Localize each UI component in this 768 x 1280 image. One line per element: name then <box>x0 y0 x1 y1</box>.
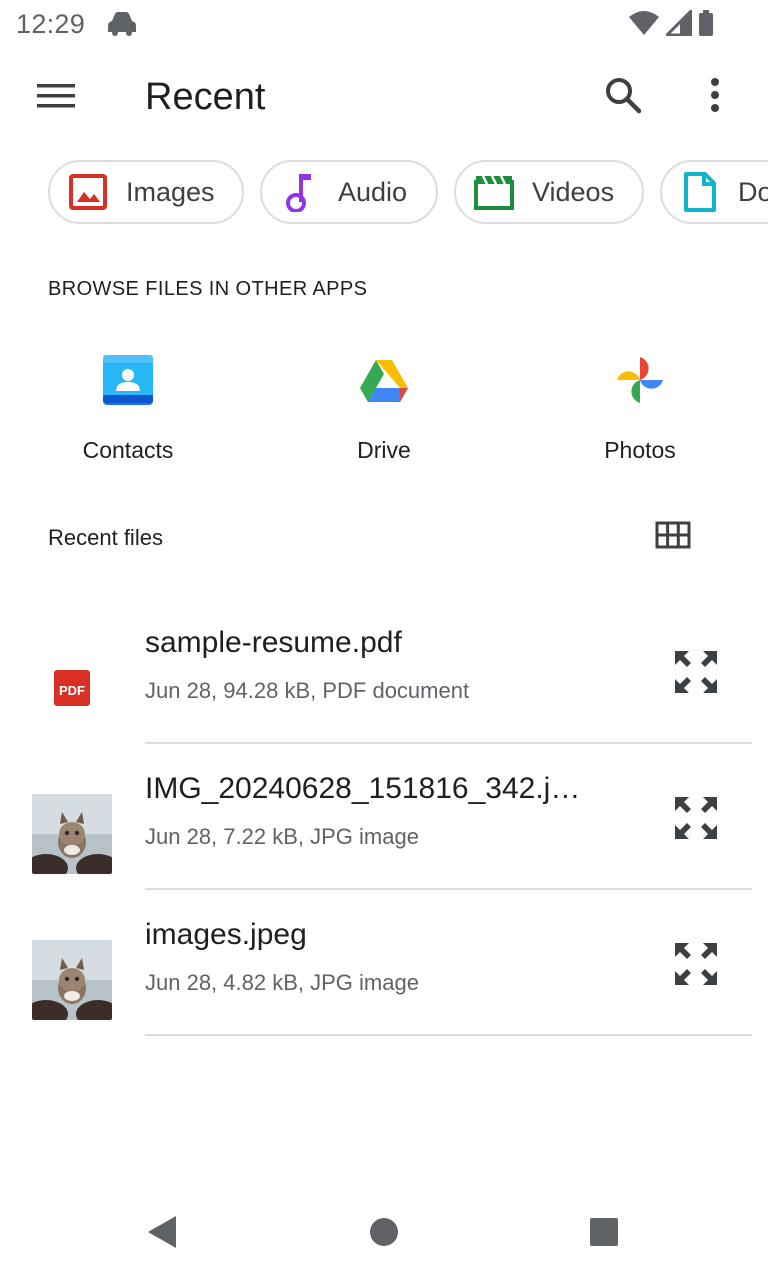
expand-preview-button[interactable] <box>668 646 724 702</box>
search-icon <box>604 76 642 119</box>
chip-images[interactable]: Images <box>48 160 244 224</box>
wifi-icon <box>628 10 660 41</box>
file-meta: Jun 28, 4.82 kB, JPG image <box>145 970 419 995</box>
cat-photo-thumbnail <box>32 794 112 874</box>
more-options-button[interactable] <box>690 72 740 122</box>
music-note-icon <box>280 172 320 212</box>
divider <box>145 742 752 744</box>
chip-label: Do <box>738 176 768 207</box>
car-icon <box>106 11 138 42</box>
grid-view-button[interactable] <box>648 514 698 560</box>
chip-audio[interactable]: Audio <box>260 160 438 224</box>
navigation-bar <box>0 1190 768 1280</box>
chip-label: Videos <box>532 176 615 207</box>
app-tile-contacts[interactable]: Contacts <box>28 350 228 470</box>
drive-app-icon <box>354 350 414 410</box>
file-row[interactable]: images.jpeg Jun 28, 4.82 kB, JPG image <box>0 898 768 1044</box>
app-label: Contacts <box>82 437 174 463</box>
file-name: images.jpeg <box>145 918 307 951</box>
expand-preview-button[interactable] <box>668 938 724 994</box>
chip-documents[interactable]: Do <box>660 160 768 224</box>
svg-text:PDF: PDF <box>59 683 85 698</box>
app-label: Photos <box>604 437 676 463</box>
expand-icon <box>672 648 720 701</box>
pdf-icon: PDF <box>32 648 112 728</box>
contacts-app-icon <box>98 350 158 410</box>
menu-icon <box>37 83 75 114</box>
status-icons <box>628 7 714 41</box>
divider <box>145 888 752 890</box>
status-time: 12:29 <box>16 9 86 39</box>
expand-preview-button[interactable] <box>668 792 724 848</box>
file-meta: Jun 28, 94.28 kB, PDF document <box>145 678 470 703</box>
search-button[interactable] <box>598 72 648 122</box>
home-icon <box>368 1216 400 1253</box>
expand-icon <box>672 940 720 993</box>
back-button[interactable] <box>142 1214 182 1254</box>
file-row[interactable]: IMG_20240628_151816_342.j… Jun 28, 7.22 … <box>0 752 768 898</box>
filter-chips: Images Audio Videos Do <box>0 160 768 224</box>
browse-section-header: BROWSE FILES IN OTHER APPS <box>48 278 368 300</box>
recents-icon <box>588 1216 620 1253</box>
movie-icon <box>474 172 514 212</box>
signal-icon <box>663 7 693 41</box>
image-icon <box>68 172 108 212</box>
app-bar: Recent <box>0 50 768 146</box>
status-bar: 12:29 <box>0 0 768 50</box>
battery-icon <box>698 10 714 41</box>
divider <box>145 1034 752 1036</box>
photos-app-icon <box>610 350 670 410</box>
file-meta: Jun 28, 7.22 kB, JPG image <box>145 824 419 849</box>
file-name: IMG_20240628_151816_342.j… <box>145 772 581 805</box>
chip-videos[interactable]: Videos <box>454 160 644 224</box>
home-button[interactable] <box>364 1214 404 1254</box>
recent-files-header: Recent files <box>48 525 163 550</box>
back-icon <box>146 1215 178 1254</box>
file-name: sample-resume.pdf <box>145 626 402 659</box>
chip-label: Audio <box>338 176 408 207</box>
app-label: Drive <box>357 437 411 463</box>
page-title: Recent <box>145 76 266 118</box>
app-tile-photos[interactable]: Photos <box>540 350 740 470</box>
file-row[interactable]: PDF sample-resume.pdf Jun 28, 94.28 kB, … <box>0 606 768 752</box>
menu-button[interactable] <box>22 74 90 122</box>
app-tile-drive[interactable]: Drive <box>284 350 484 470</box>
cat-photo-thumbnail <box>32 940 112 1020</box>
more-vert-icon <box>709 77 721 118</box>
document-icon <box>680 172 720 212</box>
grid-view-icon <box>655 521 691 554</box>
expand-icon <box>672 794 720 847</box>
chip-label: Images <box>126 176 215 207</box>
recents-button[interactable] <box>584 1214 624 1254</box>
